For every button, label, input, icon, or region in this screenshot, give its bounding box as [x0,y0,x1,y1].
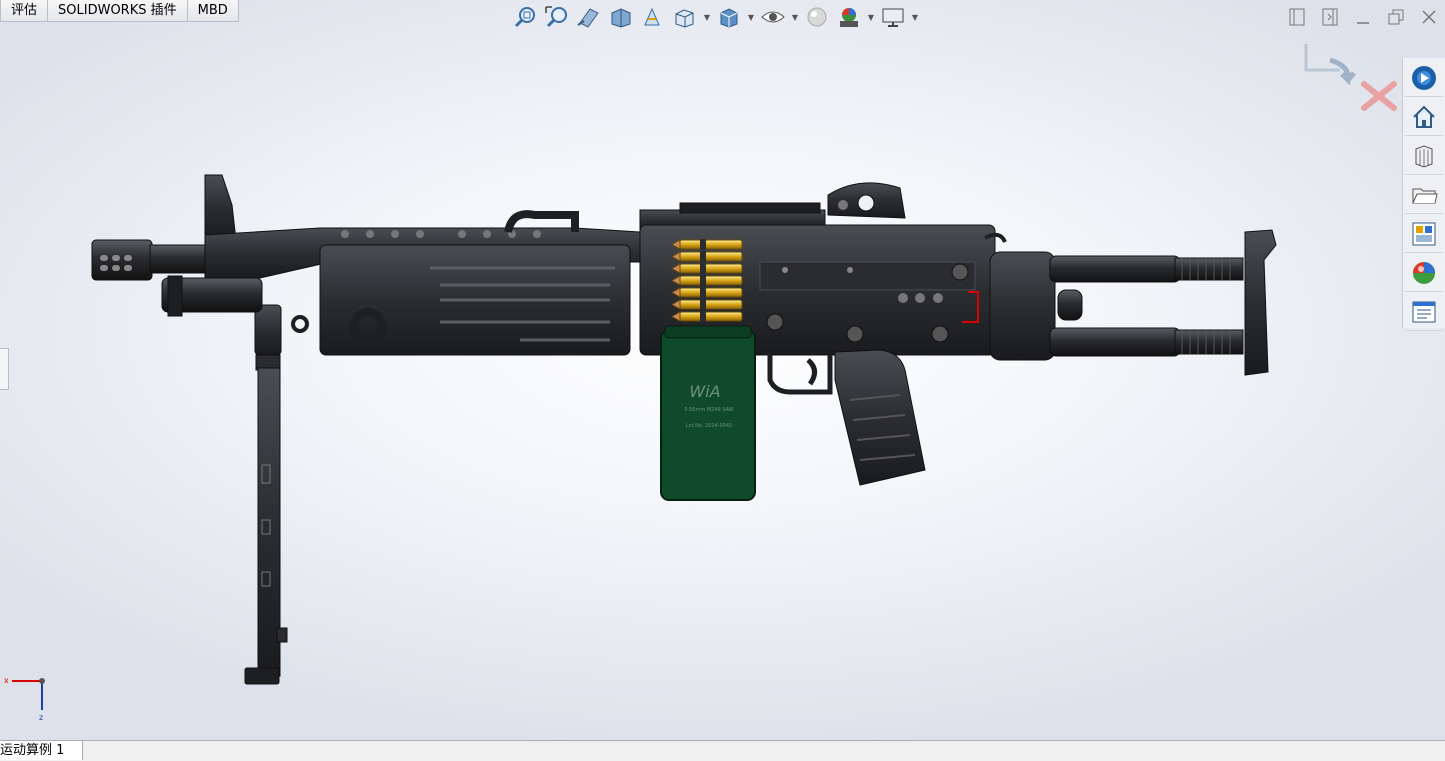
belt-link [700,311,706,322]
reference-triad: x z [4,676,45,722]
cartridge [679,263,743,274]
triad-x-label: x [4,676,9,685]
belt-link [700,239,706,250]
ammo-box-logo: WiA [689,382,720,401]
graphics-area[interactable]: WiA 5.56mm M249 SAW Lot No. 2024-0042 [0,0,1445,740]
bipod-leg [244,304,288,685]
triad-z-label: z [39,713,43,722]
buttstock-plate [1244,229,1277,376]
belt-link [700,287,706,298]
cartridge [679,299,743,310]
stock [989,229,1277,376]
cartridge [679,239,743,250]
cartridge [679,251,743,262]
ammo-box: WiA 5.56mm M249 SAW Lot No. 2024-0042 [660,325,756,501]
belt-link [700,275,706,286]
trigger-group [767,349,926,486]
belt-link [700,263,706,274]
motion-study-tab[interactable]: 运动算例 1 [0,741,83,760]
bottom-tab-bar: 运动算例 1 [0,740,1445,761]
belt-link [700,251,706,262]
front-sight [204,174,237,241]
cartridge [679,311,743,322]
belt-link [700,299,706,310]
ammo-box-label-line2: Lot No. 2024-0042 [686,423,732,429]
cartridge [679,287,743,298]
cartridge [679,275,743,286]
ammo-box-label-line1: 5.56mm M249 SAW [684,407,733,413]
machine-gun-model[interactable]: WiA 5.56mm M249 SAW Lot No. 2024-0042 [91,174,1277,685]
